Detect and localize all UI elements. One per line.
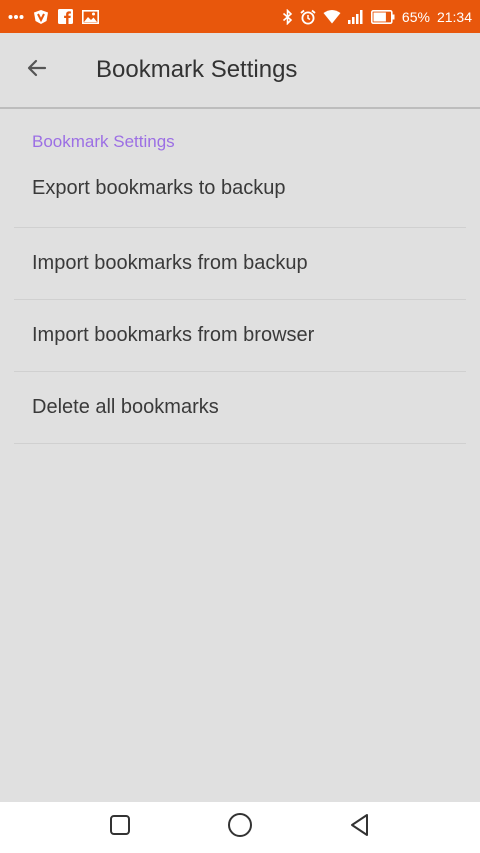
home-button[interactable] <box>220 808 260 848</box>
export-bookmarks-label: Export bookmarks to backup <box>32 177 286 199</box>
back-button[interactable] <box>17 50 57 90</box>
import-backup-label: Import bookmarks from backup <box>32 252 308 274</box>
settings-list: Bookmark Settings Export bookmarks to ba… <box>0 110 480 444</box>
status-bar: 65% 21:34 <box>0 0 480 33</box>
delete-all-bookmarks-label: Delete all bookmarks <box>32 396 219 418</box>
battery-icon <box>370 9 395 24</box>
recents-button[interactable] <box>100 808 140 848</box>
delete-all-bookmarks-item[interactable]: Delete all bookmarks <box>14 372 466 444</box>
export-bookmarks-item[interactable]: Export bookmarks to backup <box>14 156 466 228</box>
wifi-icon <box>323 9 341 24</box>
gallery-icon <box>82 9 99 24</box>
vpn-shield-icon <box>33 9 49 25</box>
system-back-button[interactable] <box>340 808 380 848</box>
facebook-icon <box>58 9 73 24</box>
page-title: Bookmark Settings <box>96 56 298 83</box>
home-circle-icon <box>227 812 253 843</box>
more-icon <box>8 14 24 20</box>
signal-icon <box>347 9 364 24</box>
status-left <box>8 9 99 25</box>
back-arrow-icon <box>25 56 49 85</box>
import-backup-item[interactable]: Import bookmarks from backup <box>14 228 466 300</box>
status-right: 65% 21:34 <box>282 8 472 25</box>
import-browser-label: Import bookmarks from browser <box>32 324 315 346</box>
alarm-icon <box>300 9 316 25</box>
section-header: Bookmark Settings <box>32 132 175 151</box>
battery-percent: 65% <box>401 8 430 25</box>
clock: 21:34 <box>436 8 472 25</box>
import-browser-item[interactable]: Import bookmarks from browser <box>14 300 466 372</box>
recents-square-icon <box>109 814 131 841</box>
navigation-bar <box>0 802 480 853</box>
app-bar: Bookmark Settings <box>0 33 480 109</box>
bluetooth-icon <box>282 8 293 25</box>
back-triangle-icon <box>349 813 371 842</box>
